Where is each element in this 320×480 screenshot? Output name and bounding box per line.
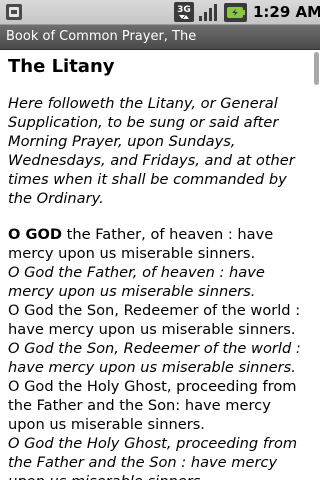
litany-line: the Father and the Son: have mercy	[8, 397, 271, 414]
litany-response-line: upon us miserable sinners.	[8, 472, 312, 480]
litany-text: O GOD the Father, of heaven : have mercy…	[8, 225, 312, 480]
intro-line: Wednesdays, and Fridays, and at other	[8, 152, 295, 169]
intro-line: Morning Prayer, upon Sundays,	[8, 133, 236, 150]
intro-line: Here followeth the Litany, or General	[8, 95, 278, 112]
litany-response-line: have mercy upon us miserable sinners.	[8, 359, 296, 376]
litany-line: O GOD the Father, of heaven : have	[8, 225, 312, 244]
litany-response-line: O God the Father, of heaven : have	[8, 264, 265, 281]
network-3g-icon: 3G	[174, 2, 194, 22]
scrollbar-thumb[interactable]	[314, 52, 319, 85]
litany-response-line: O God the Son, Redeemer of the world :	[8, 340, 301, 357]
intro-line: the Ordinary.	[8, 190, 104, 207]
status-bar: 3G 1:29 AM	[0, 0, 320, 25]
litany-response-line: mercy upon us miserable sinners.	[8, 283, 256, 300]
status-time: 1:29 AM	[253, 3, 320, 21]
intro-line: Supplication, to be sung or said after	[8, 114, 279, 131]
battery-charging-icon	[224, 3, 247, 22]
litany-response-line: O God the Holy Ghost, proceeding from	[8, 435, 298, 452]
signal-strength-icon	[199, 4, 217, 21]
page-heading: The Litany	[8, 56, 115, 77]
litany-opening-word: O GOD	[8, 226, 62, 243]
intro-line: times when it shall be commanded by	[8, 171, 287, 188]
litany-response-line: the Father and the Son : have mercy	[8, 454, 278, 471]
app-title-bar: Book of Common Prayer, The	[0, 25, 320, 50]
network-type-label: 3G	[177, 5, 191, 15]
sd-card-icon	[6, 4, 22, 20]
app-title: Book of Common Prayer, The	[6, 29, 197, 44]
litany-line: mercy upon us miserable sinners.	[8, 245, 256, 262]
rubric-intro: Here followeth the Litany, or General Su…	[8, 94, 312, 208]
litany-line: O God the Holy Ghost, proceeding from	[8, 378, 297, 395]
litany-line: O God the Son, Redeemer of the world :	[8, 302, 301, 319]
litany-line-text: the Father, of heaven : have	[62, 226, 274, 243]
reading-pane[interactable]: The Litany Here followeth the Litany, or…	[0, 50, 320, 480]
litany-line: have mercy upon us miserable sinners.	[8, 321, 296, 338]
litany-line: upon us miserable sinners.	[8, 416, 205, 433]
